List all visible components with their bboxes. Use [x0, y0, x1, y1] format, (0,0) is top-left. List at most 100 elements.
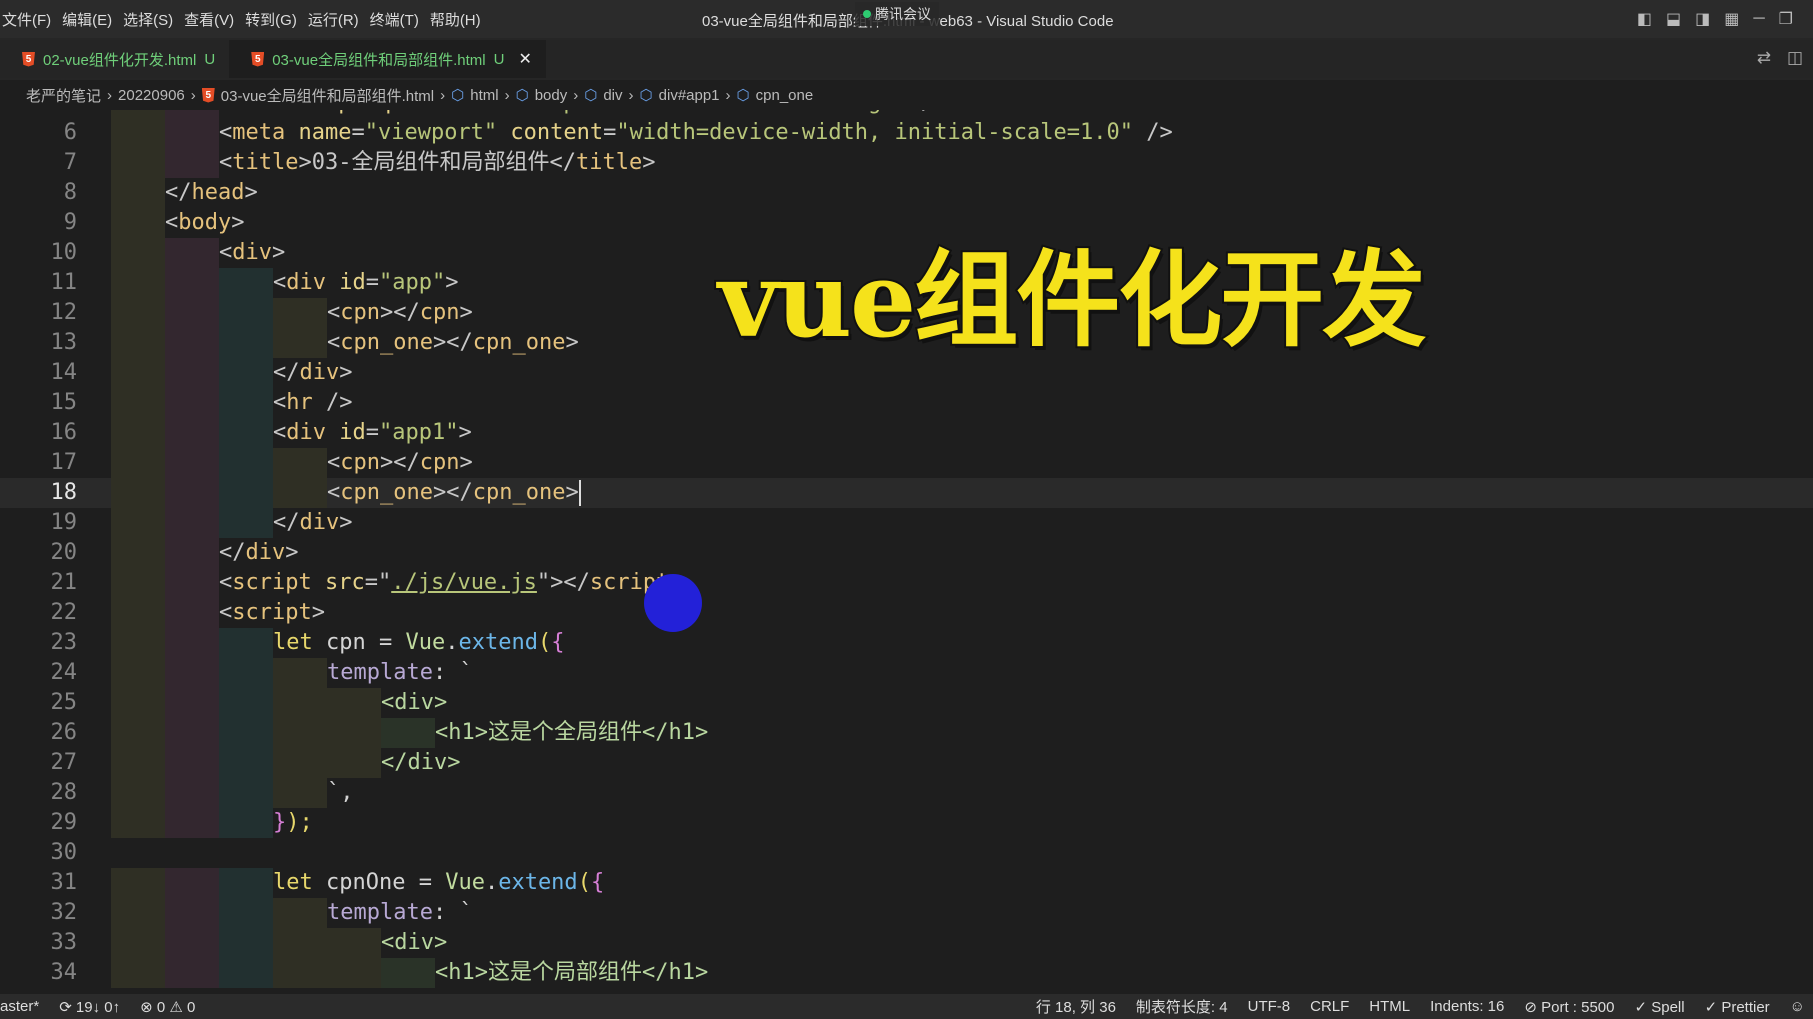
- breadcrumb-item[interactable]: 20220906: [118, 87, 185, 104]
- code-token: extend: [458, 630, 538, 655]
- line-ending[interactable]: CRLF: [1310, 998, 1349, 1015]
- code-line[interactable]: 29});: [0, 808, 1813, 838]
- indent-guide: [165, 748, 219, 778]
- git-branch[interactable]: aster*: [0, 998, 39, 1015]
- indent-guide: [111, 118, 165, 148]
- code-token: cpn =: [325, 630, 406, 655]
- breadcrumb-item[interactable]: 老严的笔记: [26, 85, 101, 106]
- chevron-right-icon: ›: [573, 86, 579, 104]
- indent-guide: [165, 508, 219, 538]
- encoding[interactable]: UTF-8: [1248, 998, 1291, 1015]
- code-token: >: [272, 240, 286, 265]
- breadcrumb-item[interactable]: html: [470, 87, 498, 104]
- code-line[interactable]: 23 let cpn = Vue.extend({: [0, 628, 1813, 658]
- close-icon[interactable]: ✕: [518, 49, 531, 69]
- code-token: cpnOne =: [325, 870, 446, 895]
- indent-guide: [165, 658, 219, 688]
- line-number: 6: [63, 120, 77, 145]
- indent-guide: [111, 268, 165, 298]
- code-text: </div>: [273, 508, 353, 538]
- code-token: ></: [432, 330, 473, 355]
- text-caret: [578, 480, 581, 506]
- code-line[interactable]: 33 <div>: [0, 928, 1813, 958]
- indent-guide: [111, 418, 165, 448]
- indent-guide: [219, 478, 273, 508]
- code-line[interactable]: 26 <h1>这是个全局组件</h1>: [0, 718, 1813, 748]
- breadcrumb-item[interactable]: body: [535, 87, 568, 104]
- code-line[interactable]: 7 <title>03-全局组件和局部组件</title>: [0, 148, 1813, 178]
- indent-guide: [111, 238, 165, 268]
- indent-guide: [111, 178, 165, 208]
- prettier[interactable]: ✓ Prettier: [1705, 998, 1770, 1016]
- split-editor-icon[interactable]: ◫: [1787, 48, 1803, 68]
- breadcrumb-item[interactable]: div: [603, 87, 622, 104]
- code-line[interactable]: 30: [0, 838, 1813, 868]
- indents[interactable]: Indents: 16: [1430, 998, 1504, 1015]
- code-token: : `: [432, 900, 473, 925]
- indent-guide: [381, 718, 435, 748]
- breadcrumb-item[interactable]: div#app1: [659, 87, 720, 104]
- indent-guide: [327, 928, 381, 958]
- menu-run[interactable]: 运行(R): [306, 9, 368, 30]
- indent-guide: [111, 538, 165, 568]
- menu-terminal[interactable]: 终端(T): [368, 9, 428, 30]
- code-line[interactable]: 19 </div>: [0, 508, 1813, 538]
- tab-03-vue[interactable]: 5 03-vue全局组件和局部组件.html U ✕: [229, 40, 546, 78]
- menu-file[interactable]: 文件(F): [0, 9, 60, 30]
- toggle-panel-icon[interactable]: ⬓: [1666, 9, 1681, 29]
- spell-check[interactable]: ✓ Spell: [1634, 998, 1684, 1016]
- code-line[interactable]: 16 <div id="app1">: [0, 418, 1813, 448]
- code-line[interactable]: 17 <cpn></cpn>: [0, 448, 1813, 478]
- git-sync[interactable]: ⟳ 19↓ 0↑: [59, 998, 120, 1016]
- language-mode[interactable]: HTML: [1369, 998, 1410, 1015]
- code-line[interactable]: 24 template: `: [0, 658, 1813, 688]
- code-line[interactable]: 18 <cpn_one></cpn_one>: [0, 478, 1813, 508]
- breadcrumb-item[interactable]: cpn_one: [756, 87, 814, 104]
- line-number: 25: [50, 690, 78, 715]
- customize-layout-icon[interactable]: ▦: [1724, 9, 1739, 29]
- toggle-secondary-sidebar-icon[interactable]: ◨: [1695, 9, 1710, 29]
- menu-go[interactable]: 转到(G): [243, 9, 306, 30]
- code-line[interactable]: 6 <meta name="viewport" content="width=de…: [0, 118, 1813, 148]
- code-text: });: [273, 808, 313, 838]
- code-line[interactable]: 34 <h1>这是个局部组件</h1>: [0, 958, 1813, 988]
- menu-selection[interactable]: 选择(S): [121, 9, 182, 30]
- live-server-port[interactable]: ⊘ Port : 5500: [1524, 998, 1614, 1016]
- minimize-button[interactable]: ─: [1753, 10, 1764, 28]
- code-line[interactable]: 25 <div>: [0, 688, 1813, 718]
- line-number: 9: [63, 210, 77, 235]
- cursor-position[interactable]: 行 18, 列 36: [1036, 996, 1116, 1017]
- problems-count[interactable]: ⊗ 0 ⚠ 0: [140, 998, 195, 1016]
- code-line[interactable]: 31 let cpnOne = Vue.extend({: [0, 868, 1813, 898]
- indent-guide: [327, 718, 381, 748]
- indent-guide: [219, 358, 273, 388]
- code-line[interactable]: 15 <hr />: [0, 388, 1813, 418]
- line-number: 30: [50, 840, 78, 865]
- code-line[interactable]: 21<script src="./js/vue.js"></script>: [0, 568, 1813, 598]
- tab-label: 02-vue组件化开发.html: [43, 51, 197, 69]
- toggle-sidebar-icon[interactable]: ◧: [1637, 9, 1652, 29]
- code-line[interactable]: 28 `,: [0, 778, 1813, 808]
- indent-guide: [165, 418, 219, 448]
- code-line[interactable]: 22 <script>: [0, 598, 1813, 628]
- code-text: <title>03-全局组件和局部组件</title>: [219, 148, 655, 178]
- indent-guide: [327, 748, 381, 778]
- compare-changes-icon[interactable]: ⇄: [1757, 48, 1771, 68]
- indent-guide: [219, 748, 273, 778]
- code-line[interactable]: 32 template: `: [0, 898, 1813, 928]
- mouse-highlight-icon: [644, 574, 702, 632]
- code-line[interactable]: 8 </head>: [0, 178, 1813, 208]
- code-line[interactable]: 20 </div>: [0, 538, 1813, 568]
- restore-button[interactable]: ❐: [1779, 9, 1793, 29]
- code-line[interactable]: 27 </div>: [0, 748, 1813, 778]
- feedback-icon[interactable]: ☺: [1790, 998, 1805, 1015]
- meeting-indicator[interactable]: 腾讯会议: [855, 2, 939, 26]
- menu-view[interactable]: 查看(V): [182, 9, 243, 30]
- tab-size[interactable]: 制表符长度: 4: [1136, 996, 1228, 1017]
- code-token: title: [575, 150, 643, 175]
- breadcrumb-item[interactable]: 03-vue全局组件和局部组件.html: [221, 85, 434, 106]
- menu-edit[interactable]: 编辑(E): [60, 9, 121, 30]
- tab-02-vue[interactable]: 5 02-vue组件化开发.html U: [0, 40, 229, 78]
- menu-help[interactable]: 帮助(H): [428, 9, 490, 30]
- code-token: cpn_one: [340, 480, 433, 505]
